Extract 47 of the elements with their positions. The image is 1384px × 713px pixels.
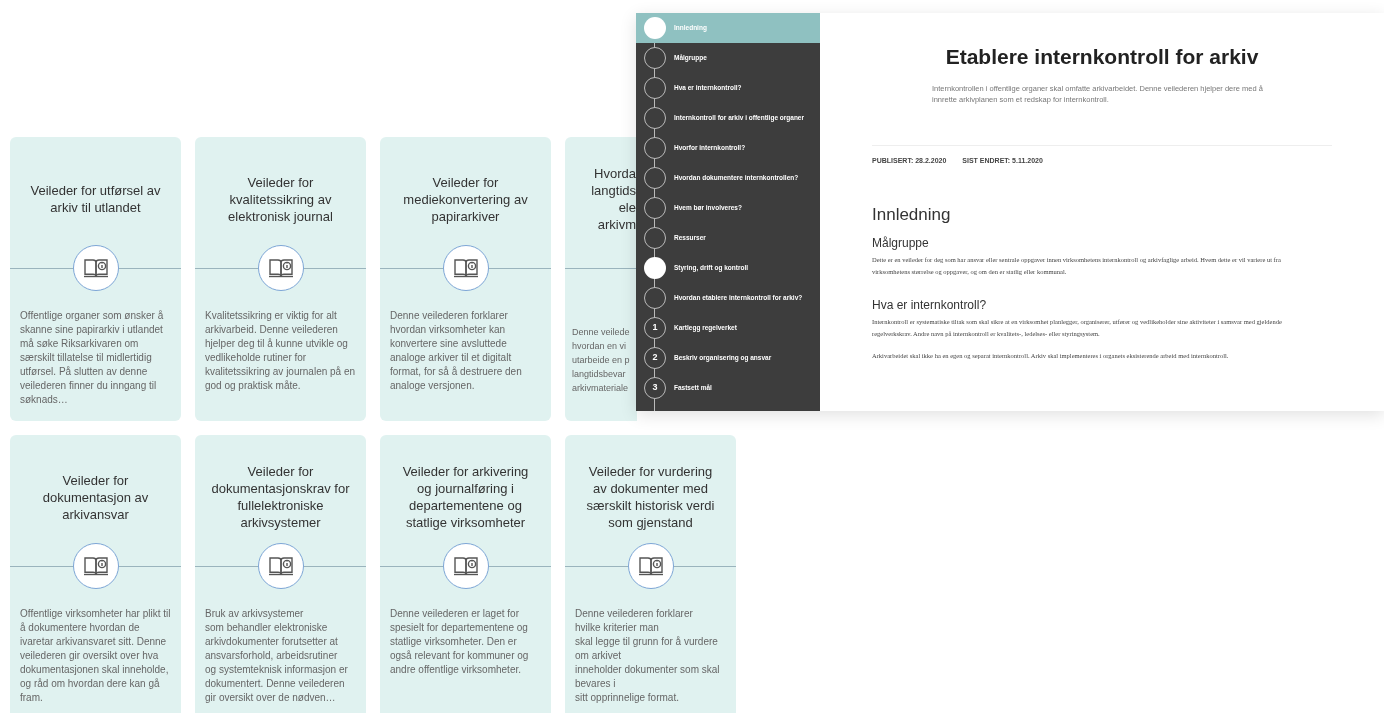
book-info-icon — [82, 555, 109, 577]
guide-card[interactable] — [380, 137, 551, 421]
step-number: 1 — [644, 317, 666, 339]
book-info-icon — [452, 257, 479, 279]
book-info-icon — [637, 555, 664, 577]
card-title: Veileder for dokumentasjonskrav for fullelektroniske arkivsystemer — [211, 463, 350, 531]
card-description: Denne veilederen er laget for spesielt for departementene og statlige virksomheter. Den er også relevant for kommuner og andre offentlige virksomheter. — [390, 607, 530, 677]
step-number: 2 — [644, 347, 666, 369]
card-description-line: utarbeide en p — [572, 354, 630, 367]
card-description-line: arkivmateriale — [572, 382, 629, 395]
card-title: Veileder for mediekonvertering av papirarkiver — [402, 173, 529, 225]
card-description: Kvalitetssikring er viktig for alt arkivarbeid. Denne veilederen hjelper deg til å kunne utvikle og vedlikeholde rutiner for kvalitetssikring av journalen på en god og praktisk måte. — [205, 309, 356, 393]
book-info-icon — [452, 555, 479, 577]
guide-card[interactable] — [10, 435, 181, 713]
card-title: Veileder for dokumentasjon av arkivansvar — [41, 471, 150, 523]
guide-card[interactable] — [565, 435, 736, 713]
book-info-icon — [267, 555, 294, 577]
guide-card[interactable] — [195, 435, 366, 713]
card-title: Veileder for vurdering av dokumenter med særskilt historisk verdi som gjenstand — [585, 463, 716, 531]
card-title-line: ele — [618, 199, 636, 216]
card-title: Veileder for utførsel av arkiv til utlandet — [29, 182, 162, 216]
subsection-heading: Målgruppe — [872, 234, 930, 252]
card-description-line: Denne veilede — [572, 326, 630, 339]
card-description-line: langtidsbevar — [572, 368, 626, 381]
guide-card[interactable]: Hvorda langtids ele arkivm Denne veilede hvordan en vi utarbeide en p langtidsbevar arkivmateriale — [565, 137, 637, 421]
card-title-line: Hvorda — [594, 165, 636, 182]
book-info-icon — [267, 257, 294, 279]
card-title-line: arkivm — [597, 216, 636, 233]
card-description: Denne veilederen forklarer hvilke kriterier man skal legge til grunn for å vurdere om arkivet inneholder dokumenter som skal bevares i sitt opprinnelige format. — [575, 607, 721, 705]
section-marker — [644, 257, 666, 279]
guide-card[interactable] — [195, 137, 366, 421]
subsection-heading: Hva er internkontroll? — [872, 296, 988, 314]
card-description-line: hvordan en vi — [572, 340, 627, 353]
card-title: Veileder for kvalitetssikring av elektronisk journal — [227, 173, 334, 225]
card-title: Veileder for arkivering og journalføring i departementene og statlige virksomheter — [401, 463, 530, 531]
article-title: Etablere internkontroll for arkiv — [944, 44, 1260, 70]
card-description: Denne veilederen forklarer hvordan virksomheter kan konvertere sine avsluttede analoge arkiver til et digitalt format, for så å destruere den analoge versjonen. — [390, 309, 523, 393]
section-marker — [644, 17, 666, 39]
guide-card[interactable] — [10, 137, 181, 421]
step-number: 3 — [644, 377, 666, 399]
section-heading: Innledning — [872, 204, 952, 226]
card-description: Offentlige virksomheter har plikt til å dokumentere hvordan de ivaretar arkivansvaret sitt. Denne veilederen gir oversikt over hva dokumentasjonen skal inneholde, og råd om hvordan dere kan gå fram. — [20, 607, 171, 705]
card-title-line: langtids — [591, 182, 636, 199]
book-info-icon — [82, 257, 109, 279]
card-description: Offentlige organer som ønsker å skanne sine papirarkiv i utlandet må søke Riksarkivaren om særskilt tillatelse til midlertidig utførsel. På slutten av denne veilederen finner du inngang til søknads… — [20, 309, 165, 407]
guide-card[interactable] — [380, 435, 551, 713]
card-description: Bruk av arkivsystemer som behandler elektroniske arkivdokumenter forutsetter at ansvarsforhold, arbeidsrutiner og systemteknisk informasjon er dokumentert. Denne veilederen gir oversikt over de nødven… — [205, 607, 349, 705]
